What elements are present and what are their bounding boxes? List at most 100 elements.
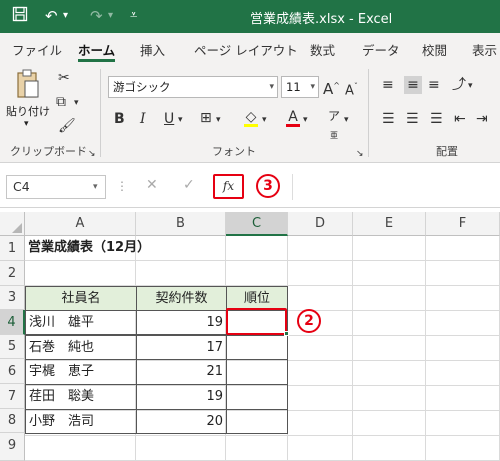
- paste-dropdown-icon[interactable]: ▾: [24, 119, 29, 129]
- cell-name[interactable]: 浅川 雄平: [25, 310, 137, 335]
- column-header-a[interactable]: A: [25, 212, 136, 236]
- cell-name[interactable]: 宇梶 恵子: [25, 359, 137, 385]
- middle-align-icon[interactable]: ≡: [404, 76, 422, 94]
- tab-view[interactable]: 表示: [472, 40, 497, 59]
- orientation-dropdown-icon[interactable]: ▾: [468, 77, 473, 95]
- underline-dropdown-icon[interactable]: ▾: [178, 111, 183, 129]
- redo-dropdown-icon[interactable]: ▾: [108, 6, 113, 26]
- decrease-font-icon[interactable]: Aˇ: [345, 78, 358, 100]
- bold-icon[interactable]: B: [114, 110, 125, 128]
- font-size-combo[interactable]: 11 ▾: [281, 76, 319, 98]
- font-name-combo[interactable]: 游ゴシック ▾: [108, 76, 278, 98]
- select-all-corner[interactable]: [0, 212, 25, 236]
- row-header-2[interactable]: 2: [0, 261, 25, 286]
- name-box[interactable]: C4 ▾: [6, 175, 106, 199]
- formula-input[interactable]: [292, 174, 496, 200]
- decrease-indent-icon[interactable]: ⇤: [454, 110, 466, 128]
- header-employee-name[interactable]: 社員名: [25, 286, 137, 311]
- row-header-4[interactable]: 4: [0, 310, 25, 335]
- fill-color-icon[interactable]: ◇: [244, 108, 258, 127]
- header-contract-count[interactable]: 契約件数: [136, 286, 227, 311]
- column-header-f[interactable]: F: [426, 212, 500, 236]
- align-center-icon[interactable]: ☰: [406, 110, 419, 128]
- alignment-group-label: 配置: [436, 145, 458, 158]
- align-right-icon[interactable]: ☰: [430, 110, 443, 128]
- copy-dropdown-icon[interactable]: ▾: [74, 94, 79, 112]
- customize-icon[interactable]: ⩡: [130, 6, 137, 26]
- cut-icon[interactable]: ✂: [58, 69, 70, 87]
- cell-rank[interactable]: [226, 384, 288, 410]
- tab-file[interactable]: ファイル: [12, 40, 62, 59]
- cell-rank[interactable]: [226, 335, 288, 360]
- chevron-down-icon: ▾: [269, 82, 274, 92]
- tab-page-layout[interactable]: ページ レイアウト: [194, 40, 298, 59]
- row-header-7[interactable]: 7: [0, 384, 25, 409]
- separator: [100, 69, 101, 157]
- bottom-align-icon[interactable]: ≡: [428, 76, 440, 94]
- increase-indent-icon[interactable]: ⇥: [476, 110, 488, 128]
- enter-icon[interactable]: ✓: [183, 176, 195, 194]
- row-header-5[interactable]: 5: [0, 335, 25, 359]
- cell-count[interactable]: 19: [136, 310, 227, 335]
- callout-badge: 3: [256, 174, 280, 198]
- tab-insert[interactable]: 挿入: [140, 40, 165, 59]
- cell-count[interactable]: 20: [136, 409, 227, 434]
- tab-home[interactable]: ホーム: [78, 40, 116, 62]
- font-group-label: フォント: [212, 145, 256, 158]
- save-icon[interactable]: [12, 6, 28, 27]
- cell-name[interactable]: 荏田 聡美: [25, 384, 137, 410]
- ribbon: 貼り付け ▾ ✂ ⧉ ▾ 🖌 クリップボード ↘ 游ゴシック ▾ 11 ▾ A^…: [0, 63, 500, 163]
- cell-count[interactable]: 17: [136, 335, 227, 360]
- cell-count[interactable]: 19: [136, 384, 227, 410]
- borders-icon[interactable]: ⊞: [200, 109, 212, 127]
- cancel-icon[interactable]: ✕: [146, 176, 158, 194]
- phonetic-icon[interactable]: ア亜: [328, 107, 340, 145]
- undo-dropdown-icon[interactable]: ▾: [63, 6, 68, 26]
- row-header-6[interactable]: 6: [0, 359, 25, 384]
- paste-label: 貼り付け: [6, 105, 50, 118]
- active-cell-highlight[interactable]: [226, 308, 287, 335]
- orientation-icon[interactable]: ⤴: [452, 76, 466, 94]
- row-header-1[interactable]: 1: [0, 236, 25, 261]
- phonetic-dropdown-icon[interactable]: ▾: [344, 111, 349, 129]
- ribbon-tabs: ファイル ホーム 挿入 ページ レイアウト 数式 データ 校閲 表示: [0, 33, 500, 63]
- clipboard-launcher-icon[interactable]: ↘: [88, 145, 96, 163]
- font-launcher-icon[interactable]: ↘: [356, 145, 364, 163]
- copy-icon[interactable]: ⧉: [56, 93, 66, 111]
- fill-color-dropdown-icon[interactable]: ▾: [262, 111, 267, 129]
- font-color-dropdown-icon[interactable]: ▾: [303, 111, 308, 129]
- tab-data[interactable]: データ: [362, 40, 400, 59]
- row-header-8[interactable]: 8: [0, 409, 25, 433]
- row-header-9[interactable]: 9: [0, 433, 25, 461]
- cell-rank[interactable]: [226, 359, 288, 385]
- fill-handle[interactable]: [284, 331, 289, 336]
- paste-button[interactable]: 貼り付け ▾: [6, 69, 50, 131]
- column-header-c[interactable]: C: [226, 212, 288, 236]
- borders-dropdown-icon[interactable]: ▾: [216, 111, 221, 129]
- title-bar: ↶ ▾ ↷ ▾ ⩡ 営業成績表.xlsx - Excel: [0, 0, 500, 33]
- select-all-icon: [12, 223, 22, 233]
- cell-rank[interactable]: [226, 409, 288, 434]
- callout-badge: 2: [297, 309, 321, 333]
- tab-review[interactable]: 校閲: [422, 40, 447, 59]
- row-header-3[interactable]: 3: [0, 286, 25, 310]
- cell-count[interactable]: 21: [136, 359, 227, 385]
- align-left-icon[interactable]: ☰: [382, 110, 395, 128]
- top-align-icon[interactable]: ≡: [382, 76, 394, 94]
- italic-icon[interactable]: I: [140, 110, 146, 128]
- format-painter-icon[interactable]: 🖌: [58, 117, 76, 135]
- underline-icon[interactable]: U: [164, 110, 174, 128]
- insert-function-button[interactable]: fx: [213, 174, 244, 199]
- column-header-e[interactable]: E: [353, 212, 426, 236]
- font-color-icon[interactable]: A: [286, 108, 300, 127]
- chevron-down-icon: ▾: [310, 82, 315, 92]
- redo-icon[interactable]: ↷: [90, 6, 103, 26]
- cell-name[interactable]: 小野 浩司: [25, 409, 137, 434]
- column-header-b[interactable]: B: [136, 212, 226, 236]
- column-header-d[interactable]: D: [288, 212, 353, 236]
- undo-icon[interactable]: ↶: [45, 6, 58, 26]
- tab-formulas[interactable]: 数式: [310, 40, 335, 59]
- cell-name[interactable]: 石巻 純也: [25, 335, 137, 360]
- increase-font-icon[interactable]: A^: [323, 77, 340, 98]
- sheet-title[interactable]: 営業成績表（12月）: [25, 236, 245, 261]
